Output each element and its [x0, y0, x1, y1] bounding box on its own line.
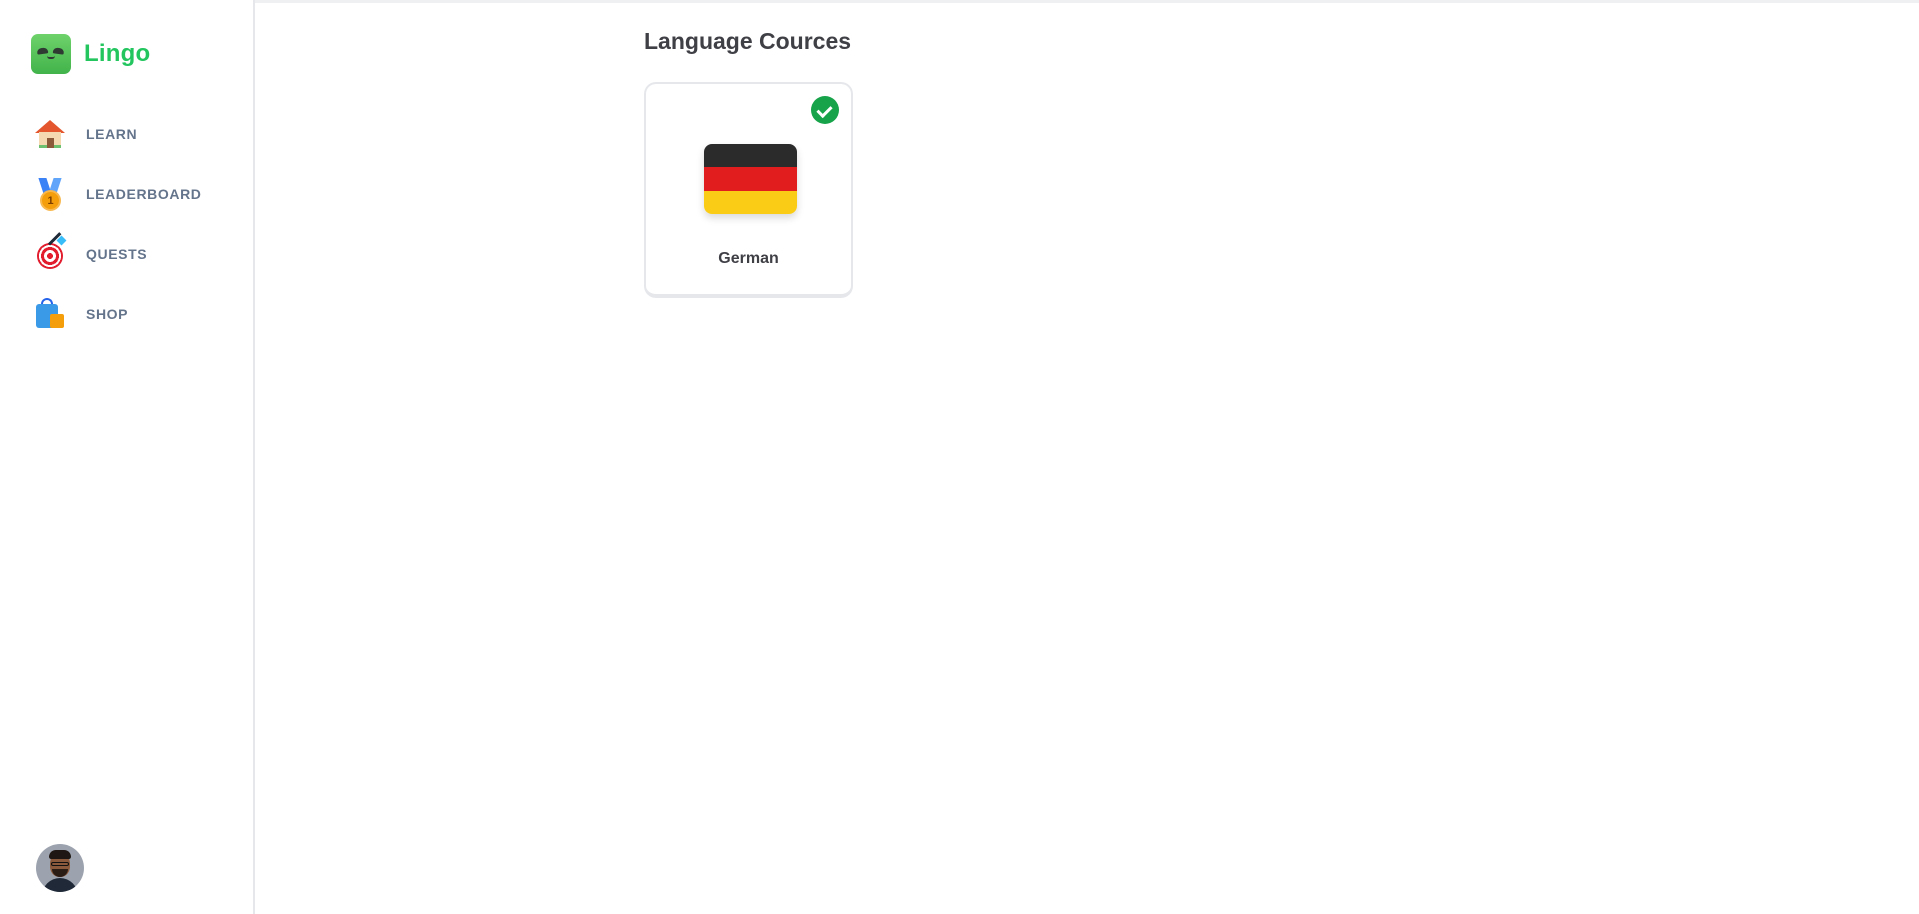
- medal-icon: 1: [30, 174, 70, 214]
- brand[interactable]: Lingo: [31, 34, 150, 74]
- germany-flag-icon: [704, 144, 797, 214]
- sidebar-item-label: QUESTS: [86, 246, 148, 262]
- sidebar-item-learn[interactable]: LEARN: [30, 104, 245, 164]
- user-avatar[interactable]: [36, 844, 84, 892]
- check-icon: [811, 96, 839, 124]
- brand-name: Lingo: [84, 40, 151, 67]
- sidebar-item-label: SHOP: [86, 306, 129, 322]
- shopping-bag-icon: [30, 294, 70, 334]
- sidebar-nav: LEARN 1 LEADERBOARD QUESTS SHOP: [30, 104, 245, 344]
- course-card-german[interactable]: German: [644, 82, 853, 298]
- sidebar: Lingo LEARN 1 LEADERBOARD QUESTS SHOP: [0, 0, 255, 914]
- sidebar-item-leaderboard[interactable]: 1 LEADERBOARD: [30, 164, 245, 224]
- sidebar-item-label: LEARN: [86, 126, 138, 142]
- target-icon: [30, 232, 70, 274]
- house-icon: [30, 114, 70, 154]
- page-title: Language Cources: [644, 28, 852, 54]
- sidebar-item-quests[interactable]: QUESTS: [30, 224, 245, 284]
- main-content: Language Cources German: [257, 0, 1919, 914]
- course-label: German: [718, 250, 779, 267]
- sidebar-item-label: LEADERBOARD: [86, 186, 202, 202]
- sidebar-item-shop[interactable]: SHOP: [30, 284, 245, 344]
- lingo-mascot-icon: [31, 34, 71, 74]
